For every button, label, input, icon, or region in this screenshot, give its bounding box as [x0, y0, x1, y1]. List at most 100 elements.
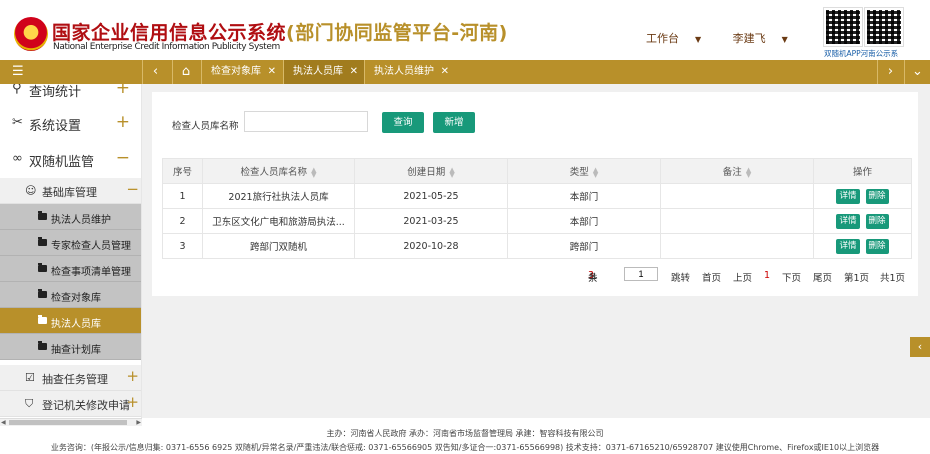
- add-button[interactable]: 新增: [433, 112, 475, 133]
- current-page[interactable]: 1: [764, 270, 770, 281]
- cell-actions: 详情 删除: [813, 233, 912, 259]
- sidebar-item-label: 查询统计: [29, 85, 82, 100]
- folder-icon: [38, 237, 47, 246]
- column-label: 类型: [569, 167, 589, 178]
- national-emblem-logo: [14, 17, 48, 51]
- query-button[interactable]: 查询: [382, 112, 424, 133]
- table-row: 2 卫东区文化广电和旅游局执法... 2021-03-25 本部门 详情 删除: [162, 208, 912, 234]
- next-page-link[interactable]: 下页: [782, 270, 801, 284]
- user-icon: ☺: [25, 184, 37, 197]
- sidebar-item-spot-check-tasks[interactable]: ☑ 抽查任务管理 +: [0, 365, 141, 391]
- sidebar-item-random-supervision[interactable]: ∞ 双随机监管 −: [0, 142, 141, 178]
- cell-remark: [660, 183, 814, 209]
- cell-remark: [660, 233, 814, 259]
- jump-button[interactable]: 跳转: [671, 270, 690, 284]
- scroll-left-icon[interactable]: ◀: [1, 419, 6, 426]
- library-name-input[interactable]: [244, 111, 368, 132]
- side-panel-toggle-button[interactable]: ‹: [910, 337, 930, 357]
- tab-label: 检查对象库: [211, 66, 261, 77]
- first-page-link[interactable]: 首页: [702, 270, 721, 284]
- sort-icon[interactable]: ▲ ▼: [593, 166, 598, 178]
- close-icon[interactable]: ✕: [268, 60, 276, 84]
- caret-down-icon: ▼: [695, 35, 702, 44]
- menu-icon: ☰: [12, 64, 24, 79]
- sidebar: ⚲ 查询统计 + ✂ 系统设置 + ∞ 双随机监管 − ☺ 基础库管理 − 执法…: [0, 84, 142, 418]
- detail-button[interactable]: 详情: [836, 238, 860, 254]
- expand-icon: +: [115, 84, 130, 98]
- sort-icon[interactable]: ▲ ▼: [311, 166, 316, 178]
- total-suffix: 条: [588, 273, 598, 284]
- cell-name: 2021旅行社执法人员库: [202, 183, 355, 209]
- page-number-input[interactable]: [624, 267, 658, 281]
- qr-code-icon: [823, 7, 863, 47]
- sidebar-item-label: 抽查任务管理: [42, 373, 108, 386]
- sidebar-item-expert-inspector[interactable]: 专家检查人员管理: [0, 230, 141, 256]
- sidebar-item-label: 抽查计划库: [51, 345, 101, 356]
- column-header-type[interactable]: 类型 ▲ ▼: [507, 158, 661, 184]
- tab-law-enforcement-library[interactable]: 执法人员库 ✕: [283, 60, 364, 84]
- column-header-remark[interactable]: 备注 ▲ ▼: [660, 158, 814, 184]
- sidebar-item-label: 专家检查人员管理: [51, 241, 131, 252]
- sidebar-item-label: 执法人员库: [51, 319, 101, 330]
- sidebar-item-label: 双随机监管: [29, 155, 95, 170]
- tab-dropdown-button[interactable]: ⌄: [904, 60, 930, 84]
- content-panel: 检查人员库名称 查询 新增 序号 检查人员库名称 ▲ ▼ 创建日期 ▲ ▼ 类型 ▲ ▼ 备…: [152, 92, 918, 296]
- sidebar-item-inspection-items[interactable]: 检查事项清单管理: [0, 256, 141, 282]
- tab-label: 执法人员库: [293, 66, 343, 77]
- footer-organizers: 主办：河南省人民政府 承办：河南省市场监督管理局 承建：智容科技有限公司: [326, 429, 604, 438]
- folder-icon: [38, 211, 47, 220]
- page-count: 共1页: [880, 273, 906, 284]
- sidebar-item-spot-check-plan[interactable]: 抽查计划库: [0, 334, 141, 360]
- tab-scroll-left-button[interactable]: ‹: [142, 60, 168, 84]
- sidebar-item-enforcement-library[interactable]: 执法人员库: [0, 308, 141, 334]
- sidebar-item-label: 检查事项清单管理: [51, 267, 131, 278]
- collapse-icon: −: [115, 148, 130, 168]
- sidebar-item-inspection-objects[interactable]: 检查对象库: [0, 282, 141, 308]
- tab-law-enforcement-maintenance[interactable]: 执法人员维护 ✕: [364, 60, 455, 84]
- detail-button[interactable]: 详情: [836, 188, 860, 204]
- delete-button[interactable]: 删除: [865, 188, 889, 204]
- sidebar-item-system-settings[interactable]: ✂ 系统设置 +: [0, 106, 141, 142]
- workbench-label: 工作台: [646, 32, 679, 45]
- sort-icon[interactable]: ▲ ▼: [449, 166, 454, 178]
- prev-page-link[interactable]: 上页: [733, 270, 752, 284]
- delete-button[interactable]: 删除: [865, 238, 889, 254]
- home-tab[interactable]: ⌂: [172, 60, 199, 84]
- sidebar-item-label: 执法人员维护: [51, 215, 111, 226]
- scrollbar-thumb[interactable]: [9, 420, 127, 425]
- menu-toggle-button[interactable]: ☰: [0, 60, 142, 84]
- sidebar-item-query-stats[interactable]: ⚲ 查询统计 +: [0, 84, 141, 108]
- site-title-main: 国家企业信用信息公示系统: [52, 22, 287, 44]
- header: 国家企业信用信息公示系统(部门协同监管平台-河南) National Enter…: [0, 0, 930, 60]
- sidebar-item-label: 基础库管理: [42, 186, 97, 199]
- close-icon[interactable]: ✕: [350, 60, 358, 84]
- tab-inspection-object-library[interactable]: 检查对象库 ✕: [201, 60, 282, 84]
- expand-icon: +: [115, 112, 130, 132]
- sidebar-item-base-library[interactable]: ☺ 基础库管理 −: [0, 178, 141, 204]
- column-header-actions: 操作: [813, 158, 912, 184]
- page-indicator: 第1页: [844, 273, 870, 284]
- home-icon: ⌂: [181, 64, 191, 79]
- close-icon[interactable]: ✕: [441, 60, 449, 84]
- last-page-link[interactable]: 尾页: [813, 270, 832, 284]
- sidebar-item-registration-changes[interactable]: ⛉ 登记机关修改申请 +: [0, 391, 141, 417]
- column-header-name[interactable]: 检查人员库名称 ▲ ▼: [202, 158, 355, 184]
- tab-scroll-right-button[interactable]: ›: [877, 60, 903, 84]
- delete-button[interactable]: 删除: [865, 213, 889, 229]
- inspector-library-table: 序号 检查人员库名称 ▲ ▼ 创建日期 ▲ ▼ 类型 ▲ ▼ 备注 ▲ ▼ 操作 1 2021旅…: [162, 158, 912, 259]
- sort-icon[interactable]: ▲ ▼: [746, 166, 751, 178]
- user-menu[interactable]: 李建飞 ▼: [733, 32, 802, 45]
- detail-button[interactable]: 详情: [836, 213, 860, 229]
- cell-date: 2021-03-25: [354, 208, 508, 234]
- main-content: 检查人员库名称 查询 新增 序号 检查人员库名称 ▲ ▼ 创建日期 ▲ ▼ 类型 ▲ ▼ 备…: [142, 84, 930, 418]
- chevron-down-icon: ⌄: [912, 64, 923, 79]
- column-header-date[interactable]: 创建日期 ▲ ▼: [354, 158, 508, 184]
- scroll-right-icon[interactable]: ▶: [136, 419, 141, 426]
- column-label: 创建日期: [407, 167, 446, 178]
- sidebar-item-enforcement-maintenance[interactable]: 执法人员维护: [0, 204, 141, 230]
- workbench-menu[interactable]: 工作台 ▼: [646, 32, 715, 45]
- cell-no: 2: [162, 208, 203, 234]
- cell-actions: 详情 删除: [813, 183, 912, 209]
- sidebar-horizontal-scrollbar[interactable]: ◀ ▶: [0, 418, 142, 426]
- expand-icon: +: [126, 393, 139, 411]
